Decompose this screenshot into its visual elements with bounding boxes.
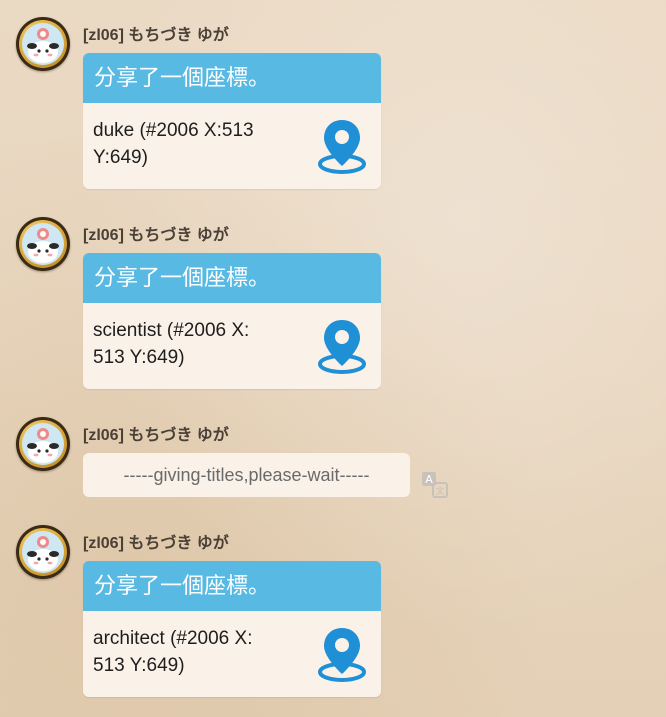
coordinate-text: duke (#2006 X:513 Y:649) <box>93 117 293 171</box>
sender-name: [zl06] もちづき ゆが <box>83 535 229 552</box>
coordinate-card[interactable]: 分享了一個座標。 scientist (#2006 X: 513 Y:649) <box>83 253 381 389</box>
avatar-icon <box>22 23 64 65</box>
coordinate-line-1: architect (#2006 X: <box>93 628 253 649</box>
svg-text:文: 文 <box>435 485 444 497</box>
coordinate-text: scientist (#2006 X: 513 Y:649) <box>93 317 293 371</box>
coordinate-line-2: 513 Y:649) <box>93 655 185 676</box>
coordinate-text: architect (#2006 X: 513 Y:649) <box>93 625 293 679</box>
coordinate-card[interactable]: 分享了一個座標。 architect (#2006 X: 513 Y:649) <box>83 561 381 697</box>
card-header: 分享了一個座標。 <box>83 253 381 303</box>
coordinate-line-1: scientist (#2006 X: <box>93 320 250 341</box>
sender-name: [zl06] もちづき ゆが <box>83 227 229 244</box>
sender-name: [zl06] もちづき ゆが <box>83 427 229 444</box>
avatar-icon <box>22 423 64 465</box>
svg-text:A: A <box>425 473 433 486</box>
text-message-bubble[interactable]: -----giving-titles,please-wait----- <box>83 453 410 497</box>
coordinate-card[interactable]: 分享了一個座標。 duke (#2006 X:513 Y:649) <box>83 53 381 189</box>
location-pin-icon[interactable] <box>317 318 367 376</box>
sender-avatar[interactable] <box>16 17 70 71</box>
card-body: duke (#2006 X:513 Y:649) <box>83 103 381 189</box>
avatar-icon <box>22 531 64 573</box>
sender-avatar[interactable] <box>16 217 70 271</box>
sender-name: [zl06] もちづき ゆが <box>83 27 229 44</box>
location-pin-icon[interactable] <box>317 118 367 176</box>
translate-icon[interactable]: A 文 <box>421 471 449 499</box>
sender-avatar[interactable] <box>16 525 70 579</box>
card-header: 分享了一個座標。 <box>83 53 381 103</box>
coordinate-line-2: 513 Y:649) <box>93 347 185 368</box>
coordinate-line-2: Y:649) <box>93 147 148 168</box>
avatar-icon <box>22 223 64 265</box>
card-body: architect (#2006 X: 513 Y:649) <box>83 611 381 697</box>
location-pin-icon[interactable] <box>317 626 367 684</box>
coordinate-line-1: duke (#2006 X:513 <box>93 120 254 141</box>
card-body: scientist (#2006 X: 513 Y:649) <box>83 303 381 389</box>
sender-avatar[interactable] <box>16 417 70 471</box>
card-header: 分享了一個座標。 <box>83 561 381 611</box>
chat-log: [zl06] もちづき ゆが 分享了一個座標。 duke (#2006 X:51… <box>0 0 666 717</box>
